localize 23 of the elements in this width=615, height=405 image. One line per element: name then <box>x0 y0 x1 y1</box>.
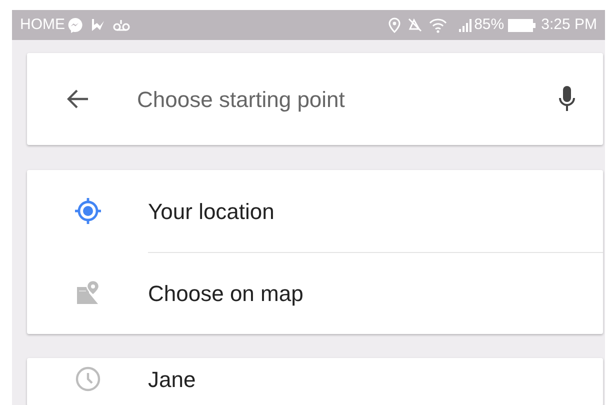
my-location-icon <box>74 197 102 225</box>
battery-percent: 85% <box>474 14 504 35</box>
search-field[interactable]: Choose starting point <box>137 82 549 116</box>
item-label: Jane <box>148 366 196 394</box>
map-pin-icon <box>76 281 100 305</box>
mute-icon <box>407 17 424 33</box>
search-bar[interactable]: Choose starting point <box>27 53 603 145</box>
location-pin-icon <box>388 17 402 33</box>
item-label: Choose on map <box>148 280 304 308</box>
battery-icon <box>508 18 536 32</box>
list-item[interactable]: Your location <box>27 170 603 252</box>
clock-time: 3:25 PM <box>541 14 597 35</box>
voicemail-icon <box>113 19 131 31</box>
list-item[interactable]: Jane <box>27 358 603 400</box>
item-label: Your location <box>148 198 274 226</box>
signal-icon <box>459 18 474 32</box>
carrier-name: HOME <box>20 14 65 35</box>
microphone-icon[interactable] <box>559 86 575 112</box>
clock-icon <box>74 366 100 392</box>
messenger-icon <box>67 17 83 33</box>
wifi-icon <box>429 18 448 32</box>
list-item[interactable]: Choose on map <box>27 252 603 334</box>
back-arrow-icon[interactable] <box>67 89 89 109</box>
